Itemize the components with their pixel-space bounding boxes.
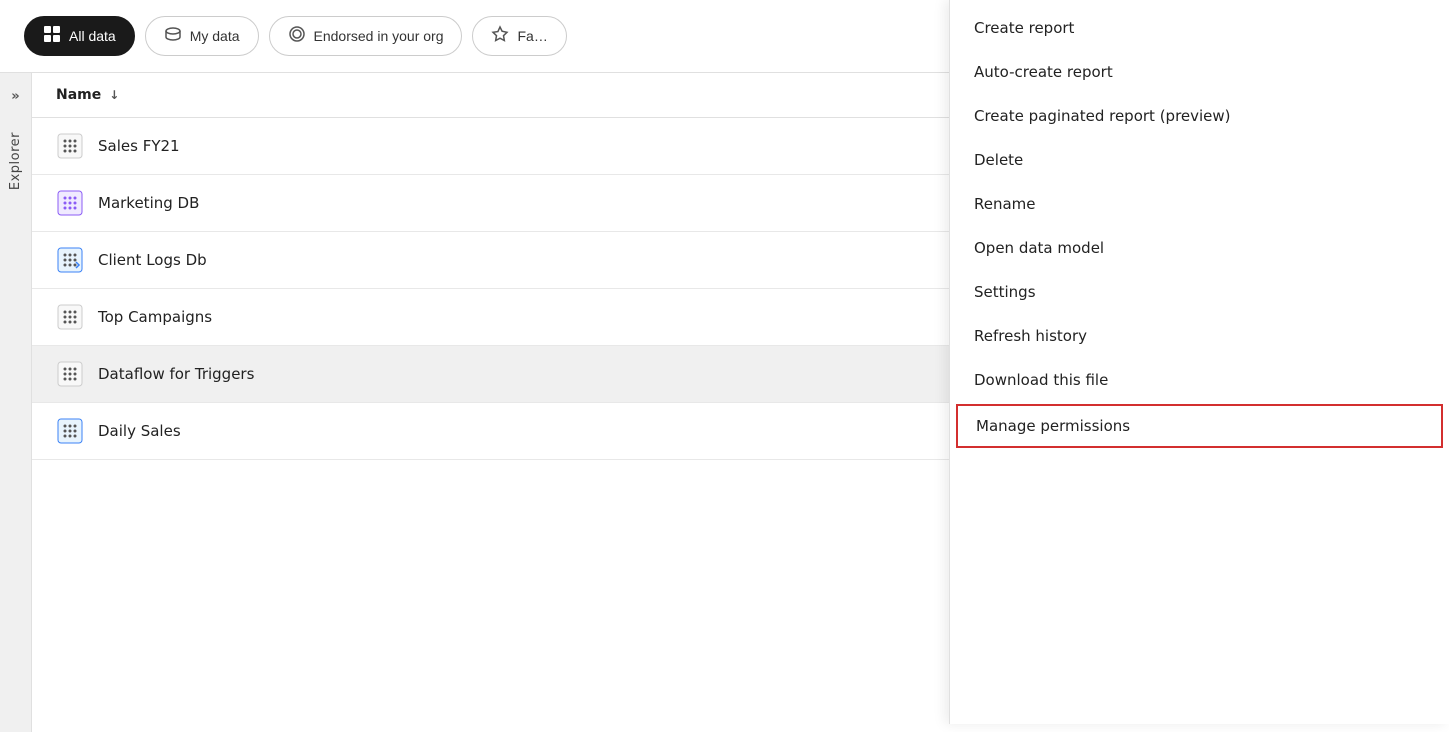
tab-endorsed[interactable]: Endorsed in your org <box>269 16 463 56</box>
context-menu: Create reportAuto-create reportCreate pa… <box>949 0 1449 724</box>
context-menu-item-create-paginated-report[interactable]: Create paginated report (preview) <box>950 94 1449 138</box>
item-icon-sales-fy21 <box>56 132 84 160</box>
name-column-header: Name <box>56 87 101 103</box>
sidebar-expand-button[interactable]: » <box>11 89 19 104</box>
item-icon-dataflow-triggers <box>56 360 84 388</box>
tab-icon-endorsed <box>288 25 306 47</box>
tab-label-my-data: My data <box>190 28 240 44</box>
item-icon-top-campaigns <box>56 303 84 331</box>
context-menu-item-download-file[interactable]: Download this file <box>950 358 1449 402</box>
item-icon-daily-sales <box>56 417 84 445</box>
context-menu-item-create-report[interactable]: Create report <box>950 6 1449 50</box>
tab-icon-my-data <box>164 25 182 47</box>
tab-my-data[interactable]: My data <box>145 16 259 56</box>
context-menu-item-rename[interactable]: Rename <box>950 182 1449 226</box>
item-icon-client-logs-db <box>56 246 84 274</box>
sidebar-label: Explorer <box>8 132 23 190</box>
sort-icon: ↓ <box>109 88 119 102</box>
tab-favorites[interactable]: Fa… <box>472 16 566 56</box>
item-icon-marketing-db <box>56 189 84 217</box>
tab-label-endorsed: Endorsed in your org <box>314 28 444 44</box>
context-menu-item-settings[interactable]: Settings <box>950 270 1449 314</box>
context-menu-item-manage-permissions[interactable]: Manage permissions <box>956 404 1443 448</box>
tab-icon-favorites <box>491 25 509 47</box>
tab-label-all-data: All data <box>69 28 116 44</box>
tab-label-favorites: Fa… <box>517 28 547 44</box>
sidebar: » Explorer <box>0 73 32 732</box>
context-menu-item-refresh-history[interactable]: Refresh history <box>950 314 1449 358</box>
context-menu-item-delete[interactable]: Delete <box>950 138 1449 182</box>
tab-all-data[interactable]: All data <box>24 16 135 56</box>
main-area: »Explorer Name ↓ Sales FY21 <box>0 73 1449 732</box>
context-menu-item-open-data-model[interactable]: Open data model <box>950 226 1449 270</box>
context-menu-item-auto-create-report[interactable]: Auto-create report <box>950 50 1449 94</box>
tab-icon-all-data <box>43 25 61 47</box>
